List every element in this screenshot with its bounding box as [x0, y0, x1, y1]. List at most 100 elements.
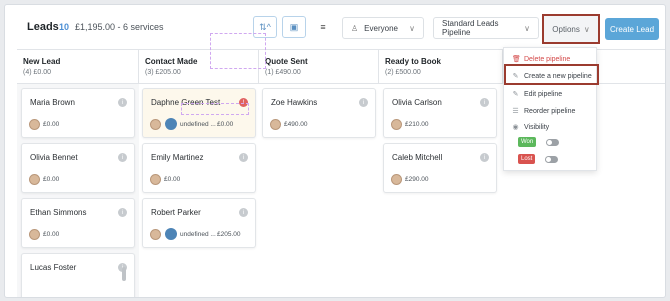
scrollbar[interactable]	[122, 267, 126, 281]
assignee-avatar	[165, 228, 177, 240]
lead-name: Ethan Simmons	[30, 208, 87, 217]
menu-item-label: Create a new pipeline	[524, 72, 592, 80]
drag-ghost-outline	[181, 103, 249, 115]
pipeline-select[interactable]: Standard Leads Pipeline ∨	[433, 17, 539, 39]
info-icon[interactable]: i	[480, 153, 489, 162]
column-summary: (2) £500.00	[385, 69, 421, 76]
pipeline-select-value: Standard Leads Pipeline	[442, 19, 499, 37]
lead-amount: £0.00	[43, 231, 60, 238]
avatar	[29, 229, 40, 240]
calendar-view-button[interactable]: ▣	[282, 16, 306, 38]
lead-name: Emily Martinez	[151, 153, 204, 162]
user-icon: ♙	[351, 23, 359, 33]
info-icon[interactable]: i	[359, 98, 368, 107]
leads-window: Leads 10 £1,195.00 - 6 services ⇅^ ▣ ≡ ♙…	[4, 4, 666, 298]
lead-card[interactable]: Caleb Mitchell i £290.00	[383, 143, 497, 193]
info-icon[interactable]: i	[480, 98, 489, 107]
menu-item-edit-pipeline[interactable]: ✎ Edit pipeline	[512, 90, 563, 99]
avatar	[391, 174, 402, 185]
pencil-icon: ✎	[512, 73, 519, 80]
avatar	[150, 119, 161, 130]
column-header-ready-to-book: Ready to Book (2) £500.00	[379, 49, 503, 84]
lead-name: Olivia Carlson	[392, 98, 442, 107]
lead-name: Maria Brown	[30, 98, 75, 107]
lead-amount: £205.00	[217, 231, 241, 238]
trash-icon: 🗑	[512, 56, 521, 63]
lead-amount: £0.00	[164, 176, 181, 183]
won-toggle[interactable]	[546, 138, 560, 146]
lead-card[interactable]: Ethan Simmons i £0.00	[21, 198, 135, 248]
menu-item-label: Edit pipeline	[524, 90, 563, 98]
menu-item-delete-pipeline[interactable]: 🗑 Delete pipeline	[512, 55, 571, 64]
menu-item-create-pipeline[interactable]: ✎ Create a new pipeline	[512, 72, 592, 81]
menu-item-visibility: ◉ Visibility	[512, 123, 550, 132]
lead-card[interactable]: Maria Brown i £0.00	[21, 88, 135, 138]
chevron-down-icon: ∨	[583, 24, 590, 34]
sort-icon: ⇅^	[259, 21, 271, 32]
lead-card[interactable]: Zoe Hawkins i £490.00	[262, 88, 376, 138]
avatar	[270, 119, 281, 130]
menu-item-reorder-pipeline[interactable]: ☰ Reorder pipeline	[512, 107, 576, 116]
lead-amount: £210.00	[405, 121, 429, 128]
owner-filter-dropdown[interactable]: ♙ Everyone ∨	[342, 17, 424, 39]
menu-item-label: Delete pipeline	[524, 55, 571, 63]
lead-amount: £0.00	[43, 176, 60, 183]
create-lead-button[interactable]: Create Lead	[605, 18, 659, 40]
column-name: Ready to Book	[385, 57, 442, 66]
info-icon[interactable]: i	[239, 208, 248, 217]
list-icon: ≡	[320, 22, 326, 32]
lead-card[interactable]: Olivia Bennet i £0.00	[21, 143, 135, 193]
eye-icon: ◉	[512, 124, 519, 131]
lead-amount: £490.00	[284, 121, 308, 128]
lead-amount: £290.00	[405, 176, 429, 183]
options-menu: 🗑 Delete pipeline ✎ Create a new pipelin…	[503, 47, 599, 171]
options-button[interactable]: Options ∨	[542, 14, 600, 44]
avatar	[29, 119, 40, 130]
lead-amount: £0.00	[43, 121, 60, 128]
column-name: New Lead	[23, 57, 61, 66]
lost-badge: Lost	[518, 154, 536, 164]
column-summary: (4) £0.00	[23, 69, 52, 76]
visibility-lost-row: Lost	[518, 154, 559, 164]
lead-card[interactable]: Emily Martinez i £0.00	[142, 143, 256, 193]
column-header-new-lead: New Lead (4) £0.00	[17, 49, 139, 84]
lost-toggle[interactable]	[545, 155, 559, 163]
info-icon[interactable]: i	[118, 208, 127, 217]
header-bar: Leads 10 £1,195.00 - 6 services ⇅^ ▣ ≡ ♙…	[5, 5, 665, 47]
lead-card[interactable]: Olivia Carlson i £210.00	[383, 88, 497, 138]
info-icon[interactable]: i	[118, 98, 127, 107]
info-icon[interactable]: i	[239, 153, 248, 162]
column-summary: (3) £205.00	[145, 69, 181, 76]
info-icon[interactable]: i	[118, 153, 127, 162]
lead-amount: £0.00	[217, 121, 234, 128]
lead-name: Zoe Hawkins	[271, 98, 318, 107]
chevron-down-icon: ∨	[524, 23, 530, 33]
lead-card[interactable]: Lucas Foster i	[21, 253, 135, 297]
page-title: Leads	[27, 21, 59, 33]
lead-name: Caleb Mitchell	[392, 153, 443, 162]
column-name: Quote Sent	[265, 57, 308, 66]
assignee-name: undefined ...	[180, 121, 216, 128]
assignee-name: undefined ...	[180, 231, 216, 238]
lead-summary: £1,195.00 - 6 services	[75, 22, 164, 32]
avatar	[150, 229, 161, 240]
menu-item-label: Reorder pipeline	[524, 107, 576, 115]
reorder-icon: ☰	[512, 108, 519, 115]
list-view-button[interactable]: ≡	[311, 16, 335, 38]
owner-filter-value: Everyone	[364, 23, 398, 33]
lead-name: Olivia Bennet	[30, 153, 78, 162]
lead-card[interactable]: Robert Parker i undefined ... £205.00	[142, 198, 256, 248]
options-label: Options	[552, 24, 580, 34]
avatar	[150, 174, 161, 185]
avatar	[391, 119, 402, 130]
pencil-icon: ✎	[512, 91, 519, 98]
chevron-down-icon: ∨	[409, 23, 415, 33]
column-summary: (1) £490.00	[265, 69, 301, 76]
drag-ghost-outline	[210, 33, 266, 69]
lead-name: Robert Parker	[151, 208, 201, 217]
assignee-avatar	[165, 118, 177, 130]
won-badge: Won	[518, 137, 537, 147]
menu-item-label: Visibility	[524, 123, 550, 131]
column-header-quote-sent: Quote Sent (1) £490.00	[259, 49, 379, 84]
visibility-won-row: Won	[518, 137, 560, 147]
